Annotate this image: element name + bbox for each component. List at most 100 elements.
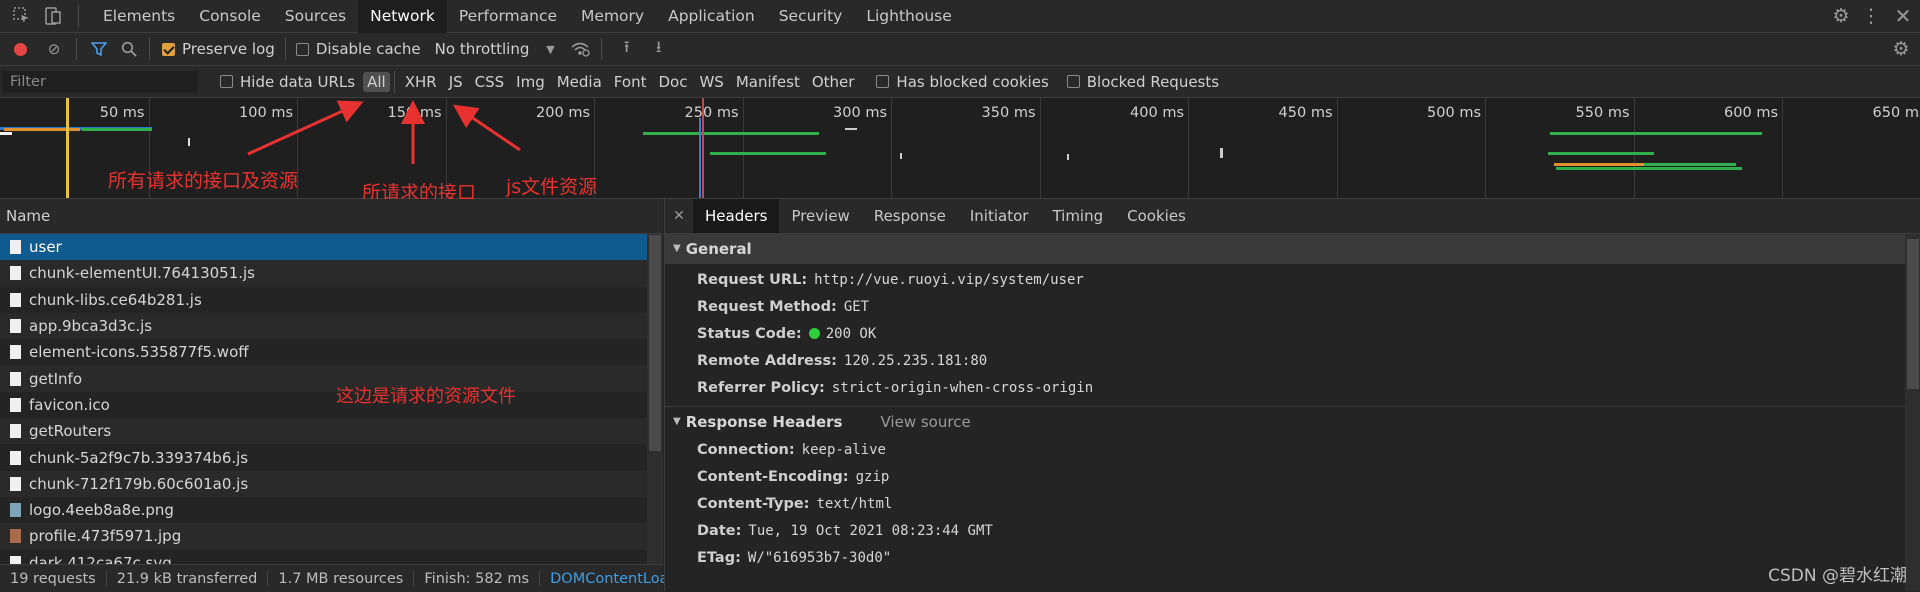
network-status-bar: 19 requests 21.9 kB transferred 1.7 MB r… bbox=[0, 564, 701, 592]
request-row[interactable]: profile.473f5971.jpg bbox=[0, 523, 647, 550]
request-row[interactable]: chunk-elementUI.76413051.js bbox=[0, 260, 647, 287]
file-icon bbox=[10, 292, 21, 307]
header-value: 120.25.235.181:80 bbox=[843, 353, 988, 369]
overview-bar bbox=[1548, 152, 1654, 155]
filter-type-font[interactable]: Font bbox=[608, 73, 653, 91]
close-details-icon[interactable]: ✕ bbox=[665, 208, 693, 224]
tab-elements[interactable]: Elements bbox=[91, 0, 187, 33]
filter-type-css[interactable]: CSS bbox=[469, 73, 511, 91]
preserve-log-checkbox[interactable]: Preserve log bbox=[162, 40, 275, 58]
tab-lighthouse[interactable]: Lighthouse bbox=[854, 0, 963, 33]
file-icon bbox=[10, 345, 21, 360]
header-row: ETag: W/"616953b7-30d0" bbox=[665, 545, 1920, 572]
hide-data-urls-check[interactable] bbox=[220, 75, 233, 88]
request-row[interactable]: favicon.ico bbox=[0, 392, 647, 418]
tab-sources[interactable]: Sources bbox=[273, 0, 358, 33]
request-row[interactable]: chunk-libs.ce64b281.js bbox=[0, 287, 647, 313]
file-icon bbox=[10, 240, 21, 255]
name-column-header[interactable]: Name bbox=[0, 199, 663, 234]
filter-type-img[interactable]: Img bbox=[510, 73, 551, 91]
request-row[interactable]: chunk-712f179b.60c601a0.js bbox=[0, 470, 647, 497]
details-tab-cookies[interactable]: Cookies bbox=[1115, 199, 1198, 233]
hide-data-urls-checkbox[interactable]: Hide data URLs bbox=[220, 73, 355, 91]
tab-performance[interactable]: Performance bbox=[447, 0, 569, 33]
preserve-log-check[interactable] bbox=[162, 42, 175, 56]
request-name: logo.4eeb8a8e.png bbox=[29, 501, 174, 520]
export-har-icon[interactable]: ⭳ bbox=[648, 36, 670, 63]
file-icon bbox=[10, 266, 21, 281]
search-icon[interactable] bbox=[119, 41, 139, 57]
record-icon[interactable] bbox=[10, 42, 30, 56]
inspect-element-icon[interactable] bbox=[10, 7, 34, 25]
details-tab-bar: ✕ Headers Preview Response Initiator Timing C… bbox=[665, 199, 1920, 234]
response-headers-section-header[interactable]: ▼ Response Headers View source bbox=[665, 407, 1920, 437]
tab-console[interactable]: Console bbox=[187, 0, 273, 33]
filter-type-manifest[interactable]: Manifest bbox=[730, 73, 806, 91]
csdn-watermark: CSDN @碧水红潮 bbox=[1768, 566, 1907, 586]
disable-cache-check[interactable] bbox=[295, 42, 309, 56]
tab-memory[interactable]: Memory bbox=[569, 0, 656, 33]
import-har-icon[interactable]: ⭱ bbox=[616, 36, 638, 63]
file-icon bbox=[10, 503, 21, 518]
throttling-select[interactable]: No throttling ▼ bbox=[435, 40, 555, 58]
has-blocked-cookies-label: Has blocked cookies bbox=[896, 72, 1049, 91]
request-row[interactable]: element-icons.535877f5.woff bbox=[0, 339, 647, 365]
filter-icon[interactable] bbox=[89, 41, 109, 57]
file-icon bbox=[10, 529, 21, 544]
details-scrollbar-thumb[interactable] bbox=[1907, 239, 1919, 389]
request-row[interactable]: logo.4eeb8a8e.png bbox=[0, 497, 647, 523]
has-blocked-cookies-checkbox[interactable]: Has blocked cookies bbox=[876, 72, 1049, 91]
details-tab-timing[interactable]: Timing bbox=[1040, 199, 1115, 233]
general-section-title: General bbox=[685, 240, 752, 258]
view-source-link[interactable]: View source bbox=[881, 407, 971, 437]
filter-input[interactable]: Filter bbox=[2, 70, 198, 93]
filter-type-doc[interactable]: Doc bbox=[652, 73, 693, 91]
filter-type-all[interactable]: All bbox=[363, 71, 390, 92]
request-row[interactable]: user bbox=[0, 234, 647, 261]
filter-type-js[interactable]: JS bbox=[443, 73, 469, 91]
tab-application[interactable]: Application bbox=[656, 0, 767, 33]
overview-bar bbox=[1556, 167, 1742, 170]
filter-type-media[interactable]: Media bbox=[551, 73, 608, 91]
hide-data-urls-label: Hide data URLs bbox=[240, 72, 356, 91]
settings-gear-icon[interactable]: ⚙ bbox=[1826, 5, 1856, 27]
tab-network[interactable]: Network bbox=[358, 0, 447, 33]
request-list-scrollbar-thumb[interactable] bbox=[649, 235, 661, 451]
header-row: Date: Tue, 19 Oct 2021 08:23:44 GMT bbox=[665, 518, 1920, 545]
request-row[interactable]: app.9bca3d3c.js bbox=[0, 312, 647, 340]
details-tab-response[interactable]: Response bbox=[862, 199, 958, 233]
request-row[interactable]: chunk-5a2f9c7b.339374b6.js bbox=[0, 444, 647, 470]
clear-icon[interactable]: ⊘ bbox=[44, 40, 64, 58]
more-options-icon[interactable]: ⋮ bbox=[1856, 5, 1886, 27]
has-blocked-cookies-check[interactable] bbox=[876, 75, 890, 88]
network-conditions-icon[interactable] bbox=[567, 41, 593, 57]
device-toolbar-icon[interactable] bbox=[40, 7, 64, 25]
collapse-triangle-icon: ▼ bbox=[673, 243, 681, 254]
status-request-count: 19 requests bbox=[0, 570, 107, 587]
filter-bar: Filter Hide data URLs All XHR JS CSS Img Medi… bbox=[0, 66, 1920, 98]
blocked-requests-check[interactable] bbox=[1066, 75, 1080, 88]
disable-cache-checkbox[interactable]: Disable cache bbox=[295, 40, 421, 58]
timeline-gridline bbox=[742, 98, 744, 198]
overview-bar bbox=[710, 152, 826, 155]
blocked-requests-checkbox[interactable]: Blocked Requests bbox=[1066, 73, 1219, 91]
filter-type-ws[interactable]: WS bbox=[693, 73, 729, 91]
request-row[interactable]: getInfo bbox=[0, 365, 647, 392]
request-name: chunk-5a2f9c7b.339374b6.js bbox=[29, 448, 249, 467]
details-tab-initiator[interactable]: Initiator bbox=[958, 199, 1041, 233]
header-key: Request URL: bbox=[697, 272, 808, 288]
request-name: user bbox=[29, 238, 62, 257]
divider bbox=[78, 5, 79, 27]
general-section-header[interactable]: ▼ General bbox=[665, 234, 1920, 264]
filter-type-other[interactable]: Other bbox=[806, 73, 861, 91]
filter-type-xhr[interactable]: XHR bbox=[399, 73, 443, 91]
network-settings-gear-icon[interactable]: ⚙ bbox=[1886, 38, 1916, 60]
header-key: Referrer Policy: bbox=[697, 380, 825, 396]
details-tab-headers[interactable]: Headers bbox=[693, 199, 780, 233]
request-row[interactable]: getRouters bbox=[0, 418, 647, 445]
network-overview-timeline[interactable]: 50 ms 100 ms 150 ms 200 ms 250 ms 300 ms 350 m… bbox=[0, 98, 1920, 204]
timeline-tick-label: 450 ms bbox=[1278, 105, 1333, 121]
details-tab-preview[interactable]: Preview bbox=[779, 199, 861, 233]
tab-security[interactable]: Security bbox=[767, 0, 855, 33]
close-devtools-icon[interactable]: ✕ bbox=[1886, 4, 1920, 28]
